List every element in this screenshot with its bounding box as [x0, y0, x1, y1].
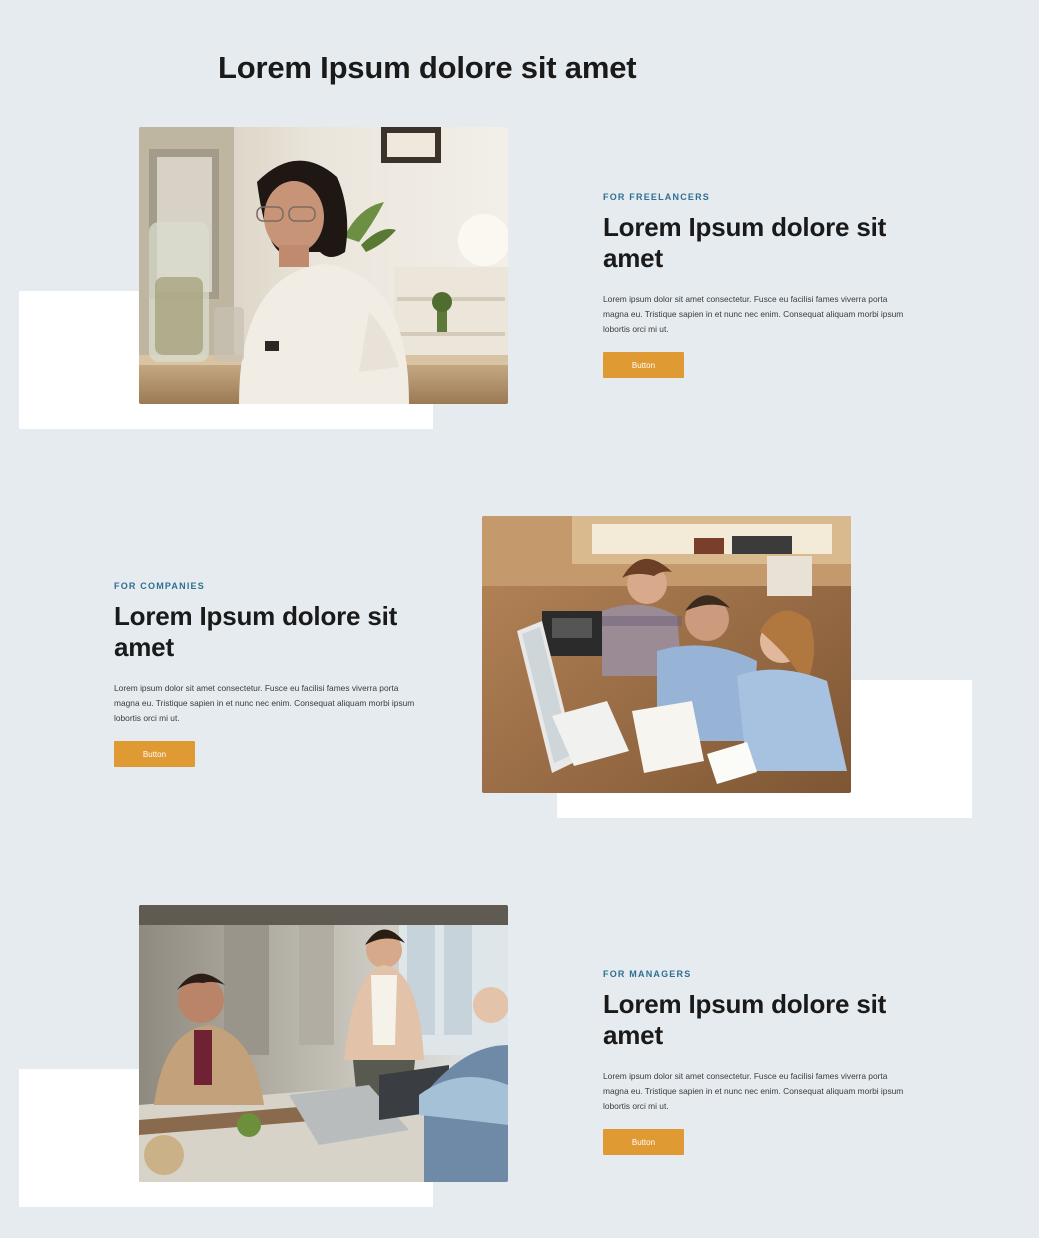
- companies-cta-button[interactable]: Button: [114, 741, 195, 767]
- woman-working-at-laptop-photo: [139, 127, 508, 404]
- section-heading: Lorem Ipsum dolore sit amet: [603, 212, 887, 273]
- team-around-computer-photo: [482, 516, 851, 793]
- section-body-text: Lorem ipsum dolor sit amet consectetur. …: [603, 294, 904, 334]
- freelancers-cta-button[interactable]: Button: [603, 352, 684, 378]
- managers-cta-button[interactable]: Button: [603, 1129, 684, 1155]
- page-title: Lorem Ipsum dolore sit amet: [218, 50, 637, 85]
- section-eyebrow: FOR COMPANIES: [114, 581, 205, 591]
- section-text-managers: FOR MANAGERS Lorem Ipsum dolore sit amet…: [603, 969, 913, 1155]
- section-body-text: Lorem ipsum dolor sit amet consectetur. …: [603, 1071, 904, 1111]
- business-meeting-photo: [139, 905, 508, 1182]
- section-heading: Lorem Ipsum dolore sit amet: [603, 989, 887, 1050]
- section-body-text: Lorem ipsum dolor sit amet consectetur. …: [114, 683, 415, 723]
- section-heading: Lorem Ipsum dolore sit amet: [114, 601, 398, 662]
- section-eyebrow: FOR MANAGERS: [603, 969, 692, 979]
- section-eyebrow: FOR FREELANCERS: [603, 192, 711, 202]
- section-text-companies: FOR COMPANIES Lorem Ipsum dolore sit ame…: [114, 581, 424, 767]
- section-text-freelancers: FOR FREELANCERS Lorem Ipsum dolore sit a…: [603, 192, 913, 378]
